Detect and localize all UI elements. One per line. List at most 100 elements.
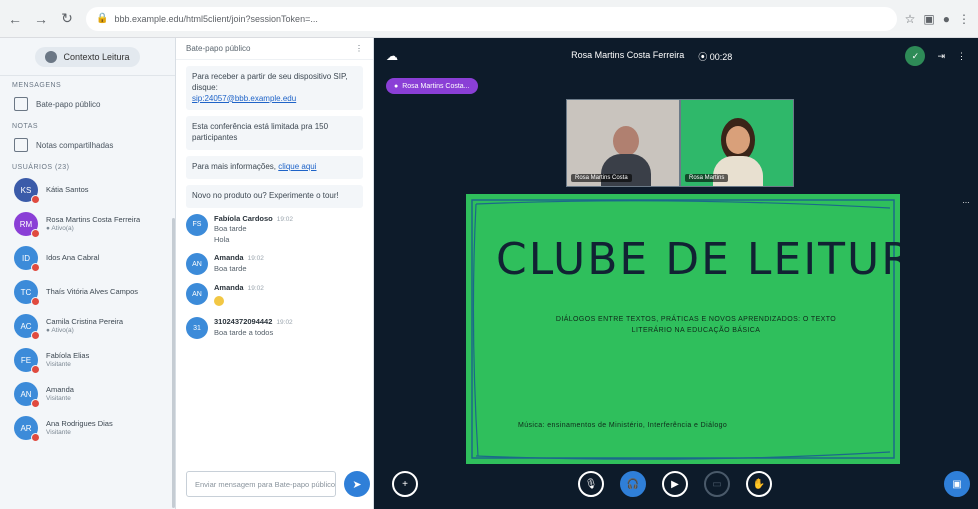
section-messages: MENSAGENS xyxy=(12,82,62,89)
person-head xyxy=(726,126,750,154)
actions-button[interactable]: + xyxy=(392,471,418,497)
slide-subtitle: DIÁLOGOS ENTRE TEXTOS, PRÁTICAS E NOVOS … xyxy=(496,314,896,336)
mute-button[interactable]: 🎙 xyxy=(578,471,604,497)
avatar: AN xyxy=(186,253,208,276)
current-user[interactable]: Contexto Leitura xyxy=(0,38,175,76)
more-icon[interactable]: ⋮ xyxy=(355,44,363,53)
chat-header: Bate-papo público ⋮ xyxy=(176,38,373,60)
avatar: KS xyxy=(14,178,40,204)
status-dot xyxy=(31,399,40,408)
forward-icon[interactable]: → xyxy=(30,8,52,30)
user-list-item[interactable]: ID Idos Ana Cabral xyxy=(0,241,175,275)
user-list-item[interactable]: KS Kátia Santos xyxy=(0,173,175,207)
info-link[interactable]: clique aqui xyxy=(278,162,316,171)
user-list-item[interactable]: AR Ana Rodrigues Dias Visitante xyxy=(0,411,175,445)
user-list-item[interactable]: AN Amanda Visitante xyxy=(0,377,175,411)
audio-button[interactable]: 🎧 xyxy=(620,471,646,497)
camera-icon: ▶ xyxy=(671,478,679,490)
sender-name: Amanda xyxy=(214,283,244,293)
system-message: Para receber a partir de seu dispositivo… xyxy=(186,66,363,111)
control-bar: + 🎙 🎧 ▶ ▭ ✋ ▣ xyxy=(374,459,978,509)
connection-icon[interactable]: ✓ xyxy=(905,46,926,66)
notes-icon xyxy=(14,138,28,152)
user-status: Visitante xyxy=(46,394,71,402)
slide-subtitle-line2: LITERÁRIO NA EDUCAÇÃO BÁSICA xyxy=(631,327,761,335)
sys-text: Para mais informações, xyxy=(192,161,277,171)
message-time: 19:02 xyxy=(247,255,264,263)
user-status: ● Ativo(a) xyxy=(46,326,74,334)
slide-title: CLUBE DE LEITURA xyxy=(496,234,900,285)
message-time: 19:02 xyxy=(276,215,294,223)
chat-header-title[interactable]: Bate-papo público xyxy=(186,44,251,53)
public-chat-label: Bate-papo público xyxy=(36,99,101,109)
user-list-item[interactable]: FE Fabíola Elias Visitante xyxy=(0,343,175,377)
extension-icon[interactable]: ▣ xyxy=(923,12,934,26)
message-text: Boa tarde xyxy=(214,224,247,234)
meeting-title: Rosa Martins Costa Ferreira xyxy=(571,49,685,60)
meeting-area: ☁ Rosa Martins Costa Ferreira ⦿ 00:28 ✓ … xyxy=(374,38,978,509)
menu-icon[interactable]: ⋮ xyxy=(958,12,970,26)
chat-input[interactable]: Enviar mensagem para Bate-papo público xyxy=(186,471,336,497)
sender-name: Amanda xyxy=(214,253,244,263)
avatar-initials: AC xyxy=(20,321,32,331)
side-tab[interactable]: ⋯ xyxy=(954,194,978,212)
raise-hand-button[interactable]: ✋ xyxy=(746,471,772,497)
lock-icon: 🔒 xyxy=(96,13,109,24)
avatar: RM xyxy=(14,212,40,238)
avatar-initials: AN xyxy=(192,290,202,298)
webcam-video[interactable]: Rosa Martins xyxy=(680,99,794,187)
chat-icon xyxy=(14,97,28,111)
system-message: Esta conferência está limitada pra 150 p… xyxy=(186,116,363,150)
address-bar[interactable]: 🔒 bbb.example.edu/html5client/join?sessi… xyxy=(86,6,897,31)
avatar-initials: AN xyxy=(20,389,32,399)
person-body xyxy=(601,154,651,186)
user-list-item[interactable]: TC Thaís Vitória Alves Campos xyxy=(0,275,175,309)
profile-icon[interactable]: ● xyxy=(943,12,950,26)
public-chat-item[interactable]: Bate-papo público xyxy=(0,91,175,117)
user-list-item[interactable]: AC Camila Cristina Pereira ● Ativo(a) xyxy=(0,309,175,343)
presentation-slide[interactable]: CLUBE DE LEITURA DIÁLOGOS ENTRE TEXTOS, … xyxy=(466,194,900,464)
user-name: Idos Ana Cabral xyxy=(46,253,100,263)
camera-button[interactable]: ▶ xyxy=(662,471,688,497)
talking-name: Rosa Martins Costa... xyxy=(402,82,470,90)
webcam-video[interactable]: Rosa Martins Costa xyxy=(566,99,680,187)
user-name: Thaís Vitória Alves Campos xyxy=(46,287,138,297)
chat-message: 31 31024372094442 19:02 Boa tarde a todos xyxy=(176,311,373,341)
send-button[interactable]: ➤ xyxy=(344,471,370,497)
hamburger-icon[interactable]: ☁ xyxy=(386,49,398,63)
chat-input-placeholder: Enviar mensagem para Bate-papo público xyxy=(195,479,335,489)
chat-message: AN Amanda 19:02 Boa tarde xyxy=(176,247,373,277)
shared-notes-item[interactable]: Notas compartilhadas xyxy=(0,132,175,158)
avatar-initials: TC xyxy=(20,287,32,297)
reload-icon[interactable]: ↻ xyxy=(56,8,78,30)
chat-message: AN Amanda 19:02 xyxy=(176,277,373,311)
slide-footer: Música: ensinamentos de Ministério, Inte… xyxy=(518,422,728,429)
avatar: 31 xyxy=(186,317,208,340)
system-message: Para mais informações, clique aqui xyxy=(186,155,363,179)
talking-indicator[interactable]: ● Rosa Martins Costa... xyxy=(386,78,478,94)
mic-icon: 🎙 xyxy=(584,478,598,490)
status-dot xyxy=(31,195,40,204)
user-list-panel: Contexto Leitura MENSAGENS Bate-papo púb… xyxy=(0,38,176,509)
sip-link[interactable]: sip:24057@bbb.example.edu xyxy=(192,94,296,103)
sender-name: Fabíola Cardoso xyxy=(214,213,273,223)
back-icon[interactable]: ← xyxy=(4,8,26,30)
fullscreen-icon[interactable]: ⇥ xyxy=(937,51,945,62)
sender-name: 31024372094442 xyxy=(214,317,273,327)
options-icon[interactable]: ⋮ xyxy=(957,51,966,62)
user-list-item[interactable]: RM Rosa Martins Costa Ferreira ● Ativo(a) xyxy=(0,207,175,241)
sidebar-scrollbar[interactable] xyxy=(172,218,175,508)
share-screen-button[interactable]: ▭ xyxy=(704,471,730,497)
status-dot xyxy=(31,297,40,306)
star-icon[interactable]: ☆ xyxy=(905,12,916,26)
status-dot xyxy=(31,331,40,340)
sys-text: Para receber a partir de seu dispositivo… xyxy=(192,72,348,92)
video-label: Rosa Martins xyxy=(685,174,729,182)
avatar-initials: 31 xyxy=(193,324,201,332)
message-time: 19:02 xyxy=(247,285,264,293)
user-status: Visitante xyxy=(46,360,71,368)
user-name: Camila Cristina Pereira xyxy=(46,316,124,326)
chat-toggle-button[interactable]: ▣ xyxy=(944,471,970,497)
avatar-initials: FE xyxy=(20,355,32,365)
avatar: AC xyxy=(14,314,40,340)
